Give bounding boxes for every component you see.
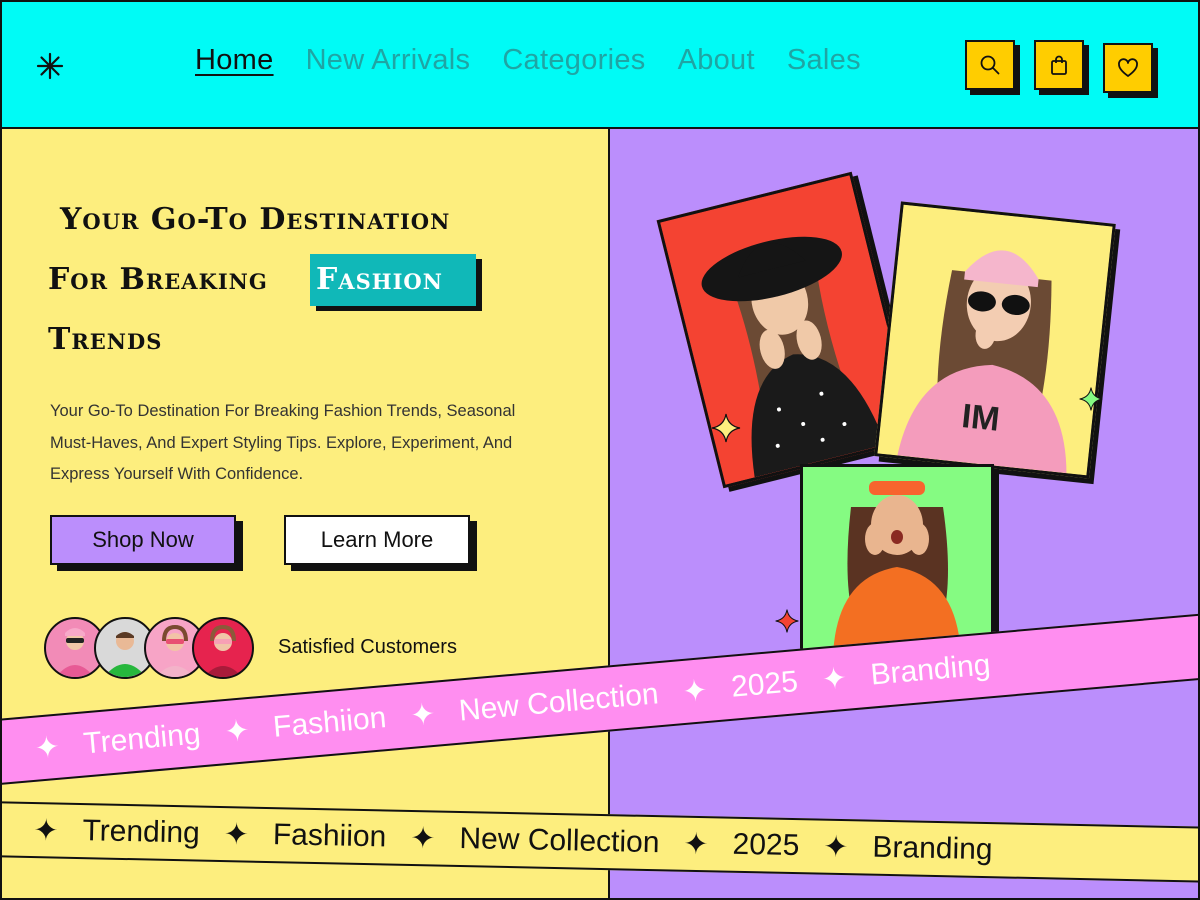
search-icon bbox=[980, 55, 1000, 75]
nav-link-about[interactable]: About bbox=[678, 44, 755, 77]
ribbon-item: Branding bbox=[872, 830, 993, 867]
wishlist-button[interactable] bbox=[1103, 43, 1153, 93]
model-photo: IM bbox=[877, 204, 1113, 476]
shopping-bag-icon bbox=[1051, 55, 1067, 75]
avatar bbox=[192, 617, 254, 679]
yellow-sparkle-icon bbox=[710, 412, 742, 449]
ribbon-item: New Collection bbox=[459, 822, 660, 860]
star-icon: ✦ bbox=[222, 713, 251, 749]
ribbon-item: Trending bbox=[82, 717, 202, 761]
headline-line-3: Trends bbox=[48, 322, 163, 357]
learn-more-button[interactable]: Learn More bbox=[284, 515, 470, 565]
nav-link-new-arrivals[interactable]: New Arrivals bbox=[306, 44, 471, 77]
ribbon-item: 2025 bbox=[732, 827, 800, 863]
headline-line-2: For Breaking bbox=[48, 262, 268, 297]
headline-line-1: Your Go-To Destination bbox=[60, 202, 451, 237]
star-icon: ✦ bbox=[33, 813, 59, 848]
green-sparkle-icon bbox=[1078, 385, 1104, 417]
ribbon-item: Fashiion bbox=[272, 818, 387, 854]
cart-button[interactable] bbox=[1034, 40, 1084, 90]
ribbon-item: New Collection bbox=[457, 677, 660, 728]
page-frame: Home New Arrivals Categories About Sales… bbox=[0, 0, 1200, 900]
hero-left-panel bbox=[2, 129, 608, 898]
star-icon: ✦ bbox=[683, 827, 709, 861]
svg-text:IM: IM bbox=[960, 397, 1002, 439]
shop-now-button[interactable]: Shop Now bbox=[50, 515, 236, 565]
main-nav: Home New Arrivals Categories About Sales bbox=[195, 44, 861, 77]
star-icon: ✦ bbox=[33, 730, 62, 766]
search-button[interactable] bbox=[965, 40, 1015, 90]
fashion-photo-card-green bbox=[800, 464, 994, 658]
ribbon-item: Fashiion bbox=[271, 701, 388, 744]
star-icon: ✦ bbox=[680, 673, 709, 709]
hero-description: Your Go-To Destination For Breaking Fash… bbox=[50, 402, 516, 483]
model-photo bbox=[803, 467, 991, 655]
fashion-photo-card-yellow: IM bbox=[874, 201, 1116, 479]
customer-avatars bbox=[44, 617, 274, 679]
nav-link-categories[interactable]: Categories bbox=[502, 44, 645, 77]
star-icon: ✦ bbox=[408, 697, 437, 733]
ribbon-item: Trending bbox=[82, 814, 201, 850]
star-icon: ✦ bbox=[223, 817, 250, 852]
ribbon-item: Branding bbox=[869, 648, 992, 692]
headline-highlight-box: Fashion bbox=[310, 254, 476, 306]
star-icon: ✦ bbox=[820, 661, 849, 697]
nav-link-sales[interactable]: Sales bbox=[787, 44, 861, 77]
red-sparkle-icon bbox=[774, 607, 800, 639]
headline-highlight-word: Fashion bbox=[316, 262, 443, 297]
satisfied-customers-label: Satisfied Customers bbox=[278, 636, 457, 658]
heart-icon bbox=[1118, 58, 1138, 77]
asterisk-logo-icon[interactable] bbox=[35, 51, 65, 81]
ribbon-item: 2025 bbox=[729, 665, 800, 704]
star-icon: ✦ bbox=[409, 821, 436, 856]
star-icon: ✦ bbox=[822, 830, 849, 864]
nav-link-home[interactable]: Home bbox=[195, 44, 274, 77]
top-header: Home New Arrivals Categories About Sales bbox=[2, 2, 1198, 129]
